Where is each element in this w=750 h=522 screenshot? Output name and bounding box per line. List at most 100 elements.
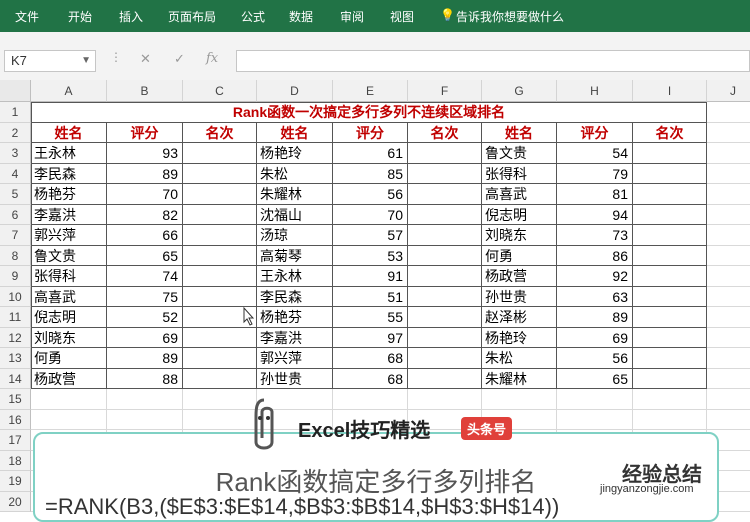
empty-cell[interactable] xyxy=(557,389,633,410)
table-header-cell[interactable]: 姓名 xyxy=(257,122,333,143)
name-cell[interactable]: 杨政营 xyxy=(482,266,557,287)
name-cell[interactable]: 孙世贵 xyxy=(482,286,557,307)
score-cell[interactable]: 89 xyxy=(107,163,183,184)
column-header-F[interactable]: F xyxy=(408,80,482,102)
empty-cell[interactable] xyxy=(707,389,750,410)
rank-cell[interactable] xyxy=(633,327,707,348)
table-header-cell[interactable]: 评分 xyxy=(557,122,633,143)
empty-cell[interactable] xyxy=(31,389,107,410)
rank-cell[interactable] xyxy=(183,204,257,225)
empty-cell[interactable] xyxy=(707,143,750,164)
rank-cell[interactable] xyxy=(408,327,482,348)
rank-cell[interactable] xyxy=(183,266,257,287)
rank-cell[interactable] xyxy=(183,327,257,348)
score-cell[interactable]: 57 xyxy=(333,225,408,246)
score-cell[interactable]: 70 xyxy=(107,184,183,205)
row-header-19[interactable]: 19 xyxy=(0,471,31,492)
menu-page-layout[interactable]: 页面布局 xyxy=(168,8,216,25)
menu-insert[interactable]: 插入 xyxy=(119,8,143,25)
score-cell[interactable]: 52 xyxy=(107,307,183,328)
score-cell[interactable]: 91 xyxy=(333,266,408,287)
score-cell[interactable]: 66 xyxy=(107,225,183,246)
name-cell[interactable]: 朱松 xyxy=(482,348,557,369)
score-cell[interactable]: 51 xyxy=(333,286,408,307)
score-cell[interactable]: 94 xyxy=(557,204,633,225)
row-header-18[interactable]: 18 xyxy=(0,450,31,471)
row-header-13[interactable]: 13 xyxy=(0,348,31,369)
chevron-down-icon[interactable]: ▼ xyxy=(81,51,91,71)
column-header-A[interactable]: A xyxy=(31,80,107,102)
name-cell[interactable]: 朱松 xyxy=(257,163,333,184)
rank-cell[interactable] xyxy=(633,368,707,389)
row-header-4[interactable]: 4 xyxy=(0,163,31,184)
rank-cell[interactable] xyxy=(633,245,707,266)
empty-cell[interactable] xyxy=(707,164,750,184)
name-cell[interactable]: 沈福山 xyxy=(257,204,333,225)
sheet-title[interactable]: Rank函数一次搞定多行多列不连续区域排名 xyxy=(31,102,707,123)
score-cell[interactable]: 79 xyxy=(557,163,633,184)
drag-handle-icon[interactable]: ⋮ xyxy=(110,50,122,64)
rank-cell[interactable] xyxy=(183,348,257,369)
name-cell[interactable]: 杨艳玲 xyxy=(482,327,557,348)
rank-cell[interactable] xyxy=(183,163,257,184)
name-cell[interactable]: 汤琼 xyxy=(257,225,333,246)
formula-input[interactable] xyxy=(236,50,750,72)
row-header-20[interactable]: 20 xyxy=(0,491,31,512)
table-header-cell[interactable]: 评分 xyxy=(107,122,183,143)
score-cell[interactable]: 89 xyxy=(557,307,633,328)
rank-cell[interactable] xyxy=(633,163,707,184)
rank-cell[interactable] xyxy=(183,184,257,205)
name-cell[interactable]: 朱耀林 xyxy=(257,184,333,205)
table-header-cell[interactable]: 姓名 xyxy=(31,122,107,143)
name-cell[interactable]: 杨艳芬 xyxy=(257,307,333,328)
empty-cell[interactable] xyxy=(557,409,633,430)
empty-cell[interactable] xyxy=(107,409,183,430)
column-header-B[interactable]: B xyxy=(107,80,183,102)
table-header-cell[interactable]: 名次 xyxy=(183,122,257,143)
rank-cell[interactable] xyxy=(633,348,707,369)
column-header-C[interactable]: C xyxy=(183,80,257,102)
table-header-cell[interactable]: 评分 xyxy=(333,122,408,143)
empty-cell[interactable] xyxy=(707,410,750,430)
score-cell[interactable]: 88 xyxy=(107,368,183,389)
name-cell[interactable]: 郭兴萍 xyxy=(31,225,107,246)
table-header-cell[interactable]: 姓名 xyxy=(482,122,557,143)
score-cell[interactable]: 65 xyxy=(107,245,183,266)
score-cell[interactable]: 56 xyxy=(333,184,408,205)
name-cell[interactable]: 李民森 xyxy=(257,286,333,307)
column-header-I[interactable]: I xyxy=(633,80,707,102)
score-cell[interactable]: 89 xyxy=(107,348,183,369)
score-cell[interactable]: 74 xyxy=(107,266,183,287)
select-all-corner[interactable] xyxy=(0,80,31,102)
empty-cell[interactable] xyxy=(707,369,750,389)
rank-cell[interactable] xyxy=(633,184,707,205)
rank-cell[interactable] xyxy=(633,307,707,328)
score-cell[interactable]: 54 xyxy=(557,143,633,164)
name-cell[interactable]: 高菊琴 xyxy=(257,245,333,266)
column-header-D[interactable]: D xyxy=(257,80,333,102)
empty-cell[interactable] xyxy=(707,225,750,246)
row-header-12[interactable]: 12 xyxy=(0,327,31,348)
menu-formulas[interactable]: 公式 xyxy=(241,8,265,25)
row-header-2[interactable]: 2 xyxy=(0,122,31,143)
name-cell[interactable]: 鲁文贵 xyxy=(31,245,107,266)
row-header-16[interactable]: 16 xyxy=(0,409,31,430)
name-cell[interactable]: 倪志明 xyxy=(482,204,557,225)
rank-cell[interactable] xyxy=(633,286,707,307)
empty-cell[interactable] xyxy=(107,389,183,410)
row-header-9[interactable]: 9 xyxy=(0,266,31,287)
score-cell[interactable]: 93 xyxy=(107,143,183,164)
score-cell[interactable]: 82 xyxy=(107,204,183,225)
name-cell[interactable]: 杨艳玲 xyxy=(257,143,333,164)
column-header-E[interactable]: E xyxy=(333,80,408,102)
row-header-7[interactable]: 7 xyxy=(0,225,31,246)
empty-cell[interactable] xyxy=(482,389,557,410)
rank-cell[interactable] xyxy=(408,184,482,205)
score-cell[interactable]: 69 xyxy=(557,327,633,348)
insert-function-icon[interactable]: fx xyxy=(206,51,218,66)
row-header-11[interactable]: 11 xyxy=(0,307,31,328)
rank-cell[interactable] xyxy=(183,143,257,164)
empty-cell[interactable] xyxy=(31,409,107,430)
score-cell[interactable]: 97 xyxy=(333,327,408,348)
row-header-15[interactable]: 15 xyxy=(0,389,31,410)
